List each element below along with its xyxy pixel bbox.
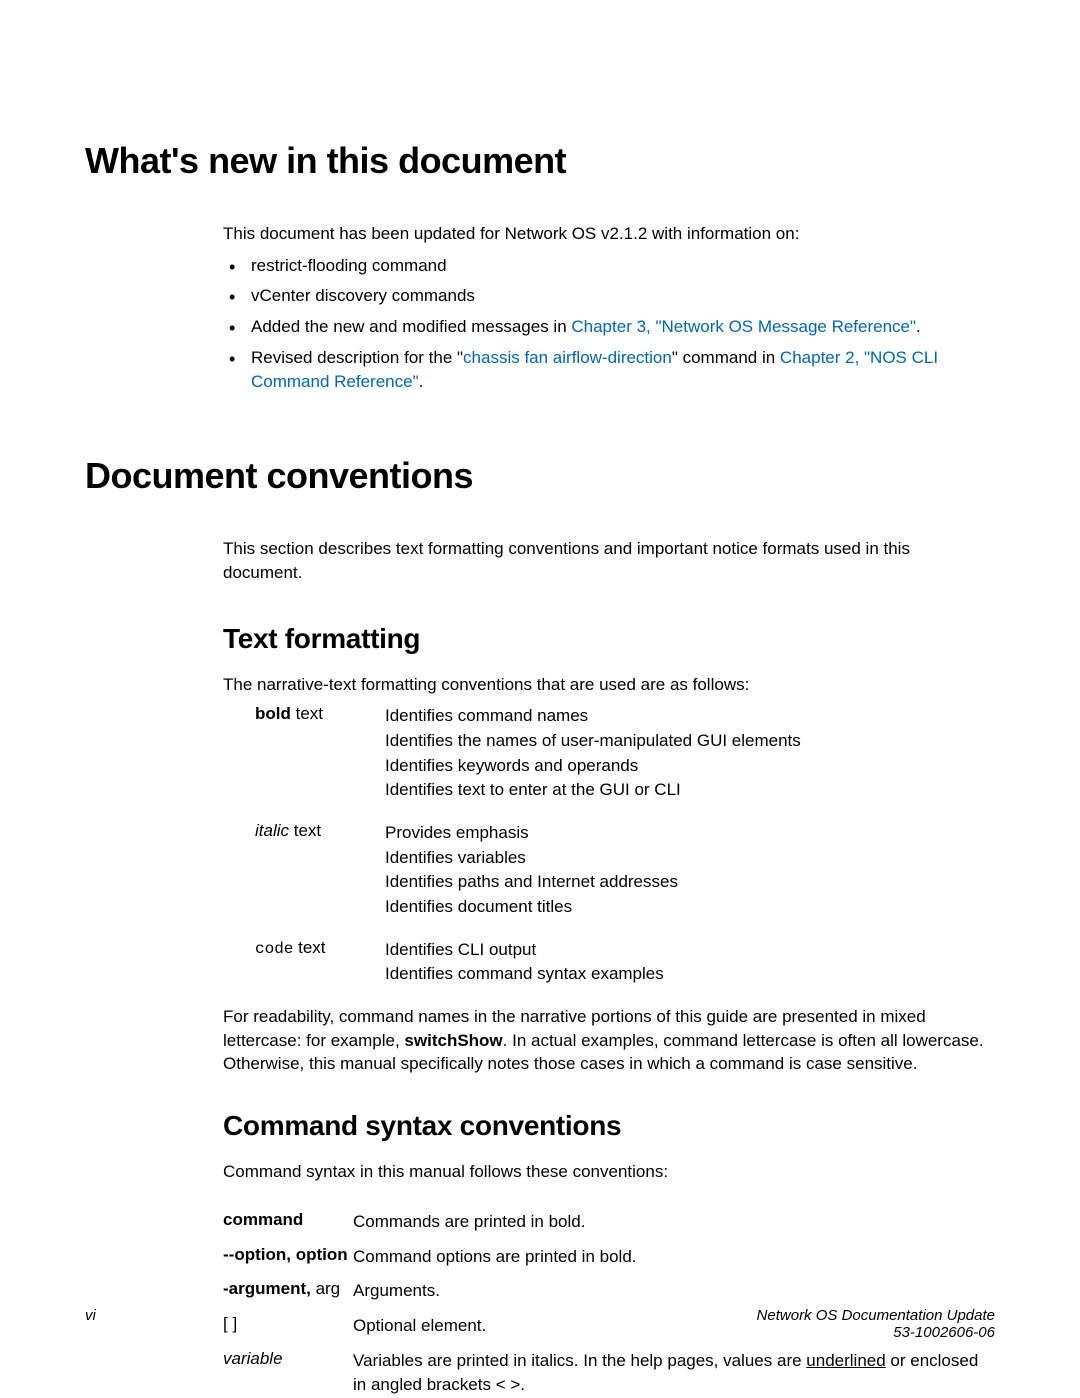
subheading-text-formatting: Text formatting <box>223 623 985 655</box>
heading-whats-new: What's new in this document <box>85 140 995 182</box>
syntax-desc: Variables are printed in italics. In the… <box>353 1349 985 1398</box>
page-footer: vi Network OS Documentation Update 53-10… <box>85 1307 995 1341</box>
format-desc: Provides emphasis Identifies variables I… <box>385 821 678 920</box>
format-desc: Identifies command names Identifies the … <box>385 704 801 803</box>
table-row: code text Identifies CLI output Identifi… <box>255 938 955 987</box>
document-page: What's new in this document This documen… <box>0 0 1080 1397</box>
readability-note: For readability, command names in the na… <box>223 1005 985 1076</box>
syntax-table: command Commands are printed in bold. --… <box>223 1210 985 1398</box>
format-label-italic: italic text <box>255 821 385 920</box>
syntax-label-variable: variable <box>223 1349 353 1398</box>
format-label-code: code text <box>255 938 385 987</box>
subheading-command-syntax: Command syntax conventions <box>223 1110 985 1142</box>
link-chapter3[interactable]: Chapter 3, "Network OS Message Reference… <box>571 317 916 336</box>
table-row: bold text Identifies command names Ident… <box>255 704 955 803</box>
formatting-table: bold text Identifies command names Ident… <box>255 704 955 986</box>
list-item: restrict-flooding command <box>223 254 985 279</box>
syntax-label-argument: -argument, arg <box>223 1279 353 1304</box>
format-desc: Identifies CLI output Identifies command… <box>385 938 664 987</box>
text-formatting-section: Text formatting The narrative-text forma… <box>223 623 985 697</box>
syntax-label-option: --option, option <box>223 1245 353 1270</box>
table-row: variable Variables are printed in italic… <box>223 1349 985 1398</box>
list-item: Added the new and modified messages in C… <box>223 315 985 340</box>
link-chassis-fan[interactable]: chassis fan airflow-direction <box>463 348 672 367</box>
format-label-bold: bold text <box>255 704 385 803</box>
syntax-intro: Command syntax in this manual follows th… <box>223 1160 985 1184</box>
list-item: Revised description for the "chassis fan… <box>223 346 985 395</box>
intro-paragraph: This document has been updated for Netwo… <box>223 222 985 246</box>
syntax-desc: Arguments. <box>353 1279 440 1304</box>
whats-new-section: This document has been updated for Netwo… <box>223 222 985 395</box>
table-row: -argument, arg Arguments. <box>223 1279 985 1304</box>
page-number: vi <box>85 1307 96 1341</box>
footer-doc-info: Network OS Documentation Update 53-10026… <box>757 1307 995 1341</box>
whats-new-list: restrict-flooding command vCenter discov… <box>223 254 985 395</box>
table-row: italic text Provides emphasis Identifies… <box>255 821 955 920</box>
text-formatting-intro: The narrative-text formatting convention… <box>223 673 985 697</box>
command-syntax-section: Command syntax conventions Command synta… <box>223 1110 985 1184</box>
syntax-desc: Commands are printed in bold. <box>353 1210 585 1235</box>
list-item: vCenter discovery commands <box>223 284 985 309</box>
table-row: command Commands are printed in bold. <box>223 1210 985 1235</box>
conventions-paragraph: This section describes text formatting c… <box>223 537 985 585</box>
heading-conventions: Document conventions <box>85 455 995 497</box>
syntax-label-command: command <box>223 1210 353 1235</box>
syntax-desc: Command options are printed in bold. <box>353 1245 637 1270</box>
conventions-intro: This section describes text formatting c… <box>223 537 985 585</box>
table-row: --option, option Command options are pri… <box>223 1245 985 1270</box>
